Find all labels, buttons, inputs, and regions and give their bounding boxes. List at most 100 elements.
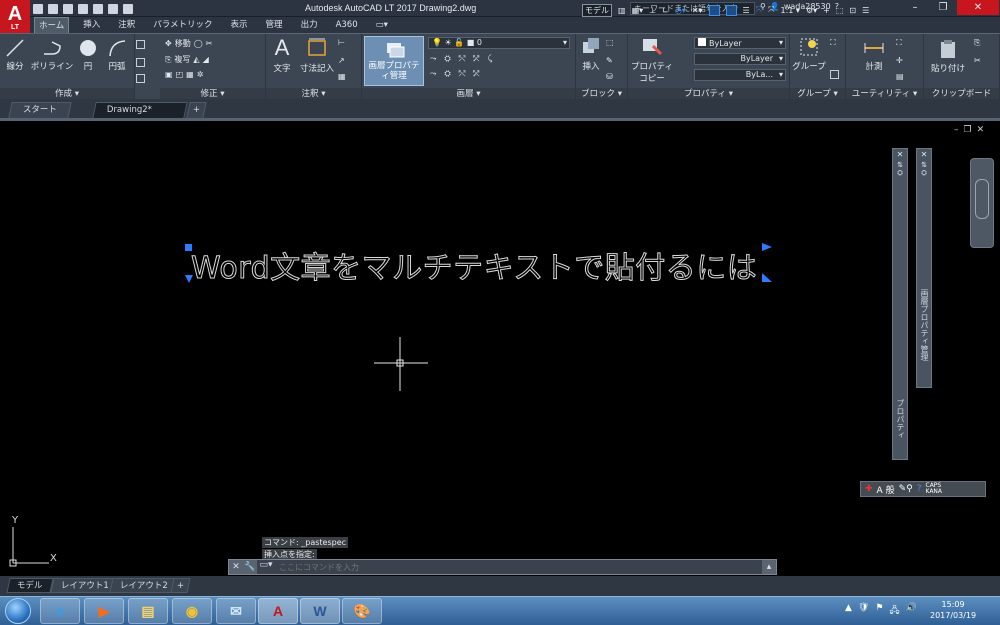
save-icon[interactable]	[63, 3, 73, 14]
multileader-icon[interactable]: ↗	[338, 56, 345, 65]
match-properties-tool[interactable]: プロパティコピー	[630, 36, 674, 84]
tab-start[interactable]: スタート	[8, 102, 72, 118]
workspace-gear-icon[interactable]: ⚙▾	[806, 6, 817, 15]
layer-dropdown[interactable]: 💡 ☀ 🔓 ■ 0	[428, 37, 570, 49]
new-tab-button[interactable]: +	[186, 102, 207, 118]
layer-tools-row-2[interactable]: ⤳ ⛭ ⤲ ⤱	[430, 69, 480, 79]
annotation-auto-icon[interactable]: ⤧	[768, 5, 774, 15]
color-dropdown[interactable]: ByLayer	[694, 37, 786, 49]
tab-parametric[interactable]: パラメトリック	[149, 17, 216, 33]
layout-tab-add[interactable]: +	[170, 578, 191, 593]
copy-clip-icon[interactable]: ⎘	[974, 38, 980, 48]
palette-close-icon[interactable]: ✕	[917, 149, 931, 161]
tab-insert[interactable]: 挿入	[79, 17, 104, 33]
create-block-icon[interactable]: ⬚	[606, 38, 614, 47]
viewport-close-icon[interactable]: ✕	[977, 125, 985, 135]
autocad-taskbar-icon[interactable]: A	[258, 598, 298, 624]
group-select-icon[interactable]	[830, 70, 839, 79]
palette-settings-icon[interactable]: ⇅ ⛭	[917, 161, 931, 178]
tab-annotate[interactable]: 注釈	[114, 17, 139, 33]
stretch-tool[interactable]: ▣ ◰ ▦ ✲	[165, 70, 203, 79]
mail-taskbar-icon[interactable]: ✉	[216, 598, 256, 624]
ungroup-icon[interactable]: ⛶	[830, 38, 836, 48]
hatch-icon[interactable]	[136, 58, 145, 67]
lineweight-dropdown[interactable]: ByLa...	[694, 69, 786, 81]
new-icon[interactable]	[33, 3, 43, 14]
navigation-bar[interactable]	[970, 158, 994, 248]
layer-properties-button[interactable]: 画層プロパティ管理	[364, 36, 424, 86]
isolate-icon[interactable]: ⬚	[836, 6, 844, 15]
ime-toolbar[interactable]: ✚ A 般 ✎⚲ ? CAPS KANA	[860, 481, 986, 497]
tab-home[interactable]: ホーム	[34, 17, 70, 33]
leader-icon[interactable]: ⊢	[338, 38, 345, 47]
paste-tool[interactable]: 貼り付け	[928, 38, 968, 74]
paint-taskbar-icon[interactable]: 🎨	[342, 598, 382, 624]
plot-icon[interactable]	[93, 3, 103, 14]
linetype-dropdown[interactable]: ByLayer	[694, 53, 786, 65]
command-input[interactable]	[275, 560, 762, 574]
annotation-scale-label[interactable]: 1:1 ▾	[781, 6, 800, 15]
grid-icon[interactable]: ▥	[618, 6, 626, 15]
viewport-restore-icon[interactable]: ❐	[964, 125, 972, 135]
chrome-taskbar-icon[interactable]: ◉	[172, 598, 212, 624]
grip-arrow-right[interactable]	[762, 243, 772, 251]
grip-corner[interactable]	[762, 273, 772, 282]
media-taskbar-icon[interactable]: ▶	[84, 598, 124, 624]
layout-tab-model[interactable]: モデル	[6, 578, 54, 593]
ie-taskbar-icon[interactable]: e	[40, 598, 80, 624]
restore-button[interactable]: ❐	[929, 0, 957, 15]
redo-icon[interactable]	[123, 3, 133, 14]
rectangle-icon[interactable]	[136, 40, 145, 49]
command-close-icon[interactable]: ✕	[229, 562, 243, 572]
layer-palette[interactable]: ✕ ⇅ ⛭ 画層プロパティ管理	[916, 148, 932, 388]
model-space-button[interactable]: モデル	[582, 3, 612, 17]
customize-icon[interactable]: ☰	[862, 6, 869, 15]
grip-top-left[interactable]	[185, 244, 192, 251]
annotation-scale-icon[interactable]: ⤧	[756, 5, 762, 15]
region-icon[interactable]	[136, 74, 145, 83]
tab-output[interactable]: 出力	[297, 17, 322, 33]
application-menu-button[interactable]: A LT	[0, 0, 30, 33]
arc-tool[interactable]: 円弧	[104, 38, 130, 72]
explorer-taskbar-icon[interactable]: ▤	[128, 598, 168, 624]
tray-network-icon[interactable]: 🖧	[889, 603, 899, 619]
palette-close-icon[interactable]: ✕	[893, 149, 907, 161]
cut-icon[interactable]: ✂	[974, 56, 981, 65]
tab-manage[interactable]: 管理	[262, 17, 287, 33]
save-as-icon[interactable]	[78, 3, 88, 14]
annotation-visibility-icon[interactable]: ☰	[743, 6, 750, 15]
mtext-object[interactable]: Word文章をマルチテキストで貼付るには	[190, 243, 757, 287]
ortho-icon[interactable]: ∟	[662, 6, 669, 15]
properties-palette[interactable]: ✕ ⇅ ⛭ プロパティ	[892, 148, 908, 460]
clean-screen-icon[interactable]: ⊡	[849, 6, 856, 15]
grip-arrow-down[interactable]	[185, 275, 193, 283]
quick-select-icon[interactable]: ⛶	[896, 38, 902, 48]
tray-app-icon[interactable]: 🛡	[858, 603, 869, 619]
point-style-icon[interactable]: ✛	[896, 56, 903, 65]
tray-volume-icon[interactable]: 🔊	[905, 603, 916, 619]
minimize-button[interactable]: –	[901, 0, 929, 15]
open-icon[interactable]	[48, 3, 58, 14]
osnap-icon[interactable]: ✕▾	[692, 6, 703, 15]
copy-tool[interactable]: ⎘ 複写 ◭ ◢	[165, 54, 209, 65]
viewport-minimize-icon[interactable]: –	[954, 125, 959, 135]
polyline-tool[interactable]: ポリライン	[30, 38, 74, 72]
undo-icon[interactable]	[108, 3, 118, 14]
group-tool[interactable]: グループ	[792, 36, 826, 72]
tray-flag-icon[interactable]: ⚑	[875, 603, 883, 619]
circle-tool[interactable]: 円	[77, 38, 99, 72]
attribute-icon[interactable]: ⛁	[606, 72, 613, 81]
text-tool[interactable]: A 文字	[269, 36, 295, 75]
infer-icon[interactable]: ⊥	[649, 6, 656, 15]
line-tool[interactable]: 線分	[3, 38, 27, 72]
drawing-canvas[interactable]	[0, 121, 1000, 576]
layer-tools-row-1[interactable]: ⤳ ⛭ ⤲ ⤱ ⤹	[430, 54, 492, 64]
command-customize-icon[interactable]: 🔧	[243, 562, 257, 572]
table-icon[interactable]: ▦	[338, 72, 346, 81]
word-taskbar-icon[interactable]: W	[300, 598, 340, 624]
measure-tool[interactable]: 計測	[856, 38, 892, 72]
move-tool[interactable]: ✥ 移動 ◯ ✂	[165, 38, 212, 49]
layout-tab-layout2[interactable]: レイアウト2	[109, 578, 179, 593]
snap-icon[interactable]: ▦▾	[632, 6, 644, 15]
start-button[interactable]	[5, 598, 31, 624]
